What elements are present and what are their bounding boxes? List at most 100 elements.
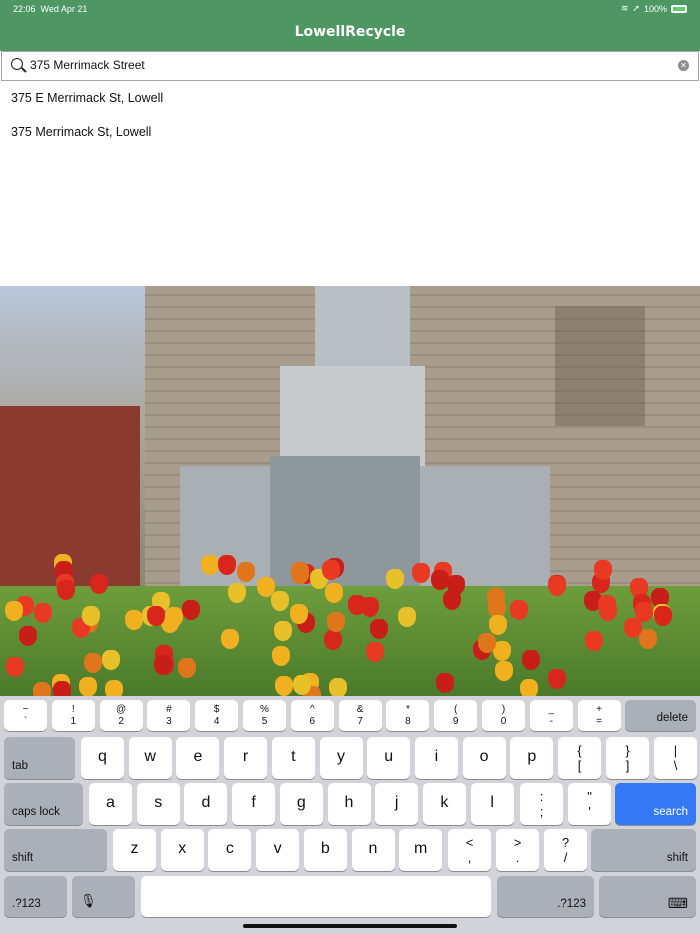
space-key[interactable]: [141, 876, 491, 917]
key-;[interactable]: :;: [520, 783, 563, 825]
tulip: [521, 650, 540, 671]
key-w[interactable]: w: [128, 737, 172, 779]
key-`[interactable]: ~ `: [4, 700, 47, 731]
key-2-label: 2: [118, 716, 124, 727]
key-b[interactable]: b: [303, 829, 347, 871]
key-a[interactable]: a: [89, 783, 132, 825]
key-0[interactable]: ) 0: [482, 700, 525, 731]
hide-keyboard-key[interactable]: ⌨: [599, 876, 696, 917]
dictation-key[interactable]: 🎙︎: [72, 876, 135, 917]
tulip: [33, 682, 52, 696]
key-y-label: y: [337, 748, 345, 766]
key-x[interactable]: x: [160, 829, 204, 871]
key--[interactable]: _ -: [529, 700, 573, 731]
key-8[interactable]: * 8: [386, 700, 430, 731]
key-.-label: .: [515, 850, 520, 865]
key-,[interactable]: <,: [448, 829, 491, 871]
key-t[interactable]: t: [271, 737, 315, 779]
key-=[interactable]: + =: [577, 700, 621, 731]
tulip: [430, 570, 449, 591]
key-d[interactable]: d: [184, 783, 228, 825]
key-v[interactable]: v: [256, 829, 300, 871]
numbers-left-key[interactable]: .?123: [4, 876, 67, 917]
caps-lock-key[interactable]: caps lock: [4, 783, 83, 825]
key-j[interactable]: j: [375, 783, 419, 825]
key-`-label: ~: [22, 704, 29, 715]
key-5[interactable]: % 5: [243, 700, 286, 731]
key-3[interactable]: #3: [147, 700, 191, 731]
tulip: [634, 602, 653, 623]
key-z[interactable]: z: [113, 829, 156, 871]
key-s-label: s: [154, 794, 163, 812]
tab-key[interactable]: tab: [4, 737, 75, 779]
key-7[interactable]: & 7: [338, 700, 382, 731]
key-u-label: u: [384, 748, 394, 766]
key-`-label: `: [23, 716, 28, 727]
key-p[interactable]: p: [510, 737, 554, 779]
key-1[interactable]: ! 1: [51, 700, 95, 731]
key-][interactable]: }]: [606, 737, 649, 779]
key-y[interactable]: y: [319, 737, 363, 779]
key-8-label: 8: [405, 716, 411, 727]
key-.[interactable]: >.: [496, 829, 539, 871]
key-/-label: ?: [561, 835, 570, 850]
key-f[interactable]: f: [232, 783, 276, 825]
key-'[interactable]: " ': [568, 783, 611, 825]
tulip: [324, 583, 343, 604]
battery-percent: 100%: [643, 3, 667, 14]
tulip: [547, 575, 566, 596]
key-[-label: [: [577, 758, 582, 773]
search-bar[interactable]: ✕: [1, 51, 699, 81]
tulip: [411, 563, 430, 584]
home-indicator[interactable]: [243, 924, 457, 928]
key-/[interactable]: ? /: [544, 829, 587, 871]
key-]-label: }: [625, 743, 630, 758]
key-o[interactable]: o: [462, 737, 506, 779]
key-[[interactable]: {[: [558, 737, 601, 779]
tulip: [274, 620, 293, 641]
search-input[interactable]: [30, 58, 650, 72]
key-u[interactable]: u: [367, 737, 411, 779]
key-0-label: 0: [500, 716, 507, 727]
key-l[interactable]: l: [470, 783, 514, 825]
key-c[interactable]: c: [208, 829, 252, 871]
suggestion-item[interactable]: 375 E Merrimack St, Lowell: [11, 91, 163, 105]
status-bar: 22:06 Wed Apr 21 ≋ ➚ 100%: [0, 0, 700, 18]
tulip: [329, 677, 348, 696]
tulip: [271, 590, 290, 611]
numbers-right-key[interactable]: .?123: [497, 876, 594, 917]
shift-left-key[interactable]: shift: [4, 829, 107, 871]
time: 22:06: [13, 4, 36, 14]
key-3-label: 3: [166, 716, 172, 727]
key-\[interactable]: | \: [654, 737, 697, 779]
nav-bar: LowellRecycle: [0, 18, 700, 51]
key-m[interactable]: m: [399, 829, 443, 871]
key-e[interactable]: e: [176, 737, 220, 779]
key-w-label: w: [144, 748, 156, 766]
tulip: [79, 676, 98, 696]
key-4[interactable]: $4: [195, 700, 239, 731]
key-9[interactable]: (9: [434, 700, 478, 731]
delete-key[interactable]: delete: [625, 700, 696, 731]
key-2[interactable]: @2: [99, 700, 143, 731]
key-h-label: h: [344, 794, 354, 812]
key-h[interactable]: h: [327, 783, 371, 825]
search-key[interactable]: search: [615, 783, 696, 825]
key-k[interactable]: k: [422, 783, 466, 825]
key-9-label: (: [454, 704, 458, 715]
suggestion-item[interactable]: 375 Merrimack St, Lowell: [11, 125, 151, 139]
key-\-label: \: [673, 758, 678, 773]
key-r[interactable]: r: [224, 737, 268, 779]
clear-icon[interactable]: ✕: [678, 60, 689, 71]
tulip: [639, 628, 658, 649]
key-[-label: {: [577, 743, 582, 758]
key-g[interactable]: g: [279, 783, 323, 825]
key-0-label: ): [501, 704, 506, 715]
key-d-label: d: [201, 794, 211, 812]
shift-right-key[interactable]: shift: [591, 829, 696, 871]
key-i[interactable]: i: [414, 737, 458, 779]
key-6[interactable]: ^ 6: [290, 700, 334, 731]
key-s[interactable]: s: [136, 783, 180, 825]
key-q[interactable]: q: [81, 737, 124, 779]
key-n[interactable]: n: [351, 829, 395, 871]
